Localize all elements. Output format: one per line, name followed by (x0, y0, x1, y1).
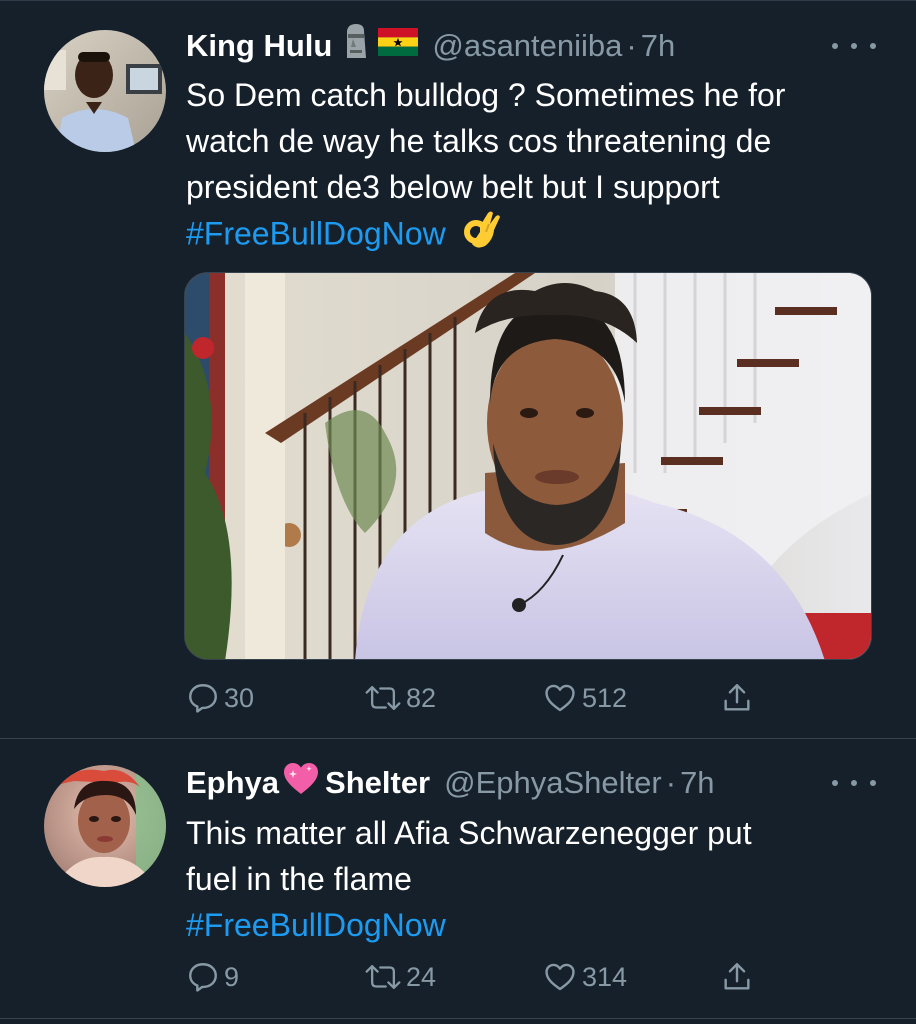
more-options-icon[interactable] (832, 763, 876, 803)
tweet-text: So Dem catch bulldog ? Sometimes he for … (186, 72, 876, 262)
user-handle[interactable]: @asanteniiba (432, 26, 622, 66)
timestamp[interactable]: 7h (641, 26, 675, 66)
hashtag-link[interactable]: #FreeBullDogNow (186, 907, 446, 943)
share-icon (724, 963, 750, 990)
tweet-actions: 30 82 512 (186, 678, 766, 718)
tweet-header: Ephya Shelter @EphyaShelter · 7h (186, 763, 876, 803)
reply-icon (189, 684, 217, 713)
reply-button[interactable]: 9 (186, 957, 239, 997)
retweet-icon (365, 964, 401, 990)
reply-button[interactable]: 30 (186, 678, 254, 718)
avatar[interactable] (44, 30, 166, 152)
heart-icon (545, 684, 575, 712)
tweet-actions: 9 24 314 (186, 957, 766, 997)
tweet-text: This matter all Afia Schwarzenegger put … (186, 810, 876, 948)
timestamp[interactable]: 7h (680, 763, 714, 803)
share-button[interactable] (720, 957, 754, 997)
retweet-icon (365, 685, 401, 711)
hashtag-line: #FreeBullDogNow (186, 902, 876, 948)
retweet-button[interactable]: 82 (364, 678, 436, 718)
ok-hand-emoji-icon (463, 210, 501, 262)
retweet-count: 82 (406, 682, 437, 713)
tweet-text-line: president de3 below belt but I support (186, 169, 720, 205)
reply-count: 30 (224, 682, 255, 713)
ghana-flag-icon (378, 26, 419, 66)
tweet-text-line: fuel in the flame (186, 861, 412, 897)
reply-count: 9 (224, 961, 240, 992)
separator-dot: · (626, 28, 637, 63)
tweet-divider (0, 1018, 916, 1019)
reply-icon (189, 963, 217, 992)
hashtag-link[interactable]: #FreeBullDogNow (186, 215, 446, 251)
tweet-text-line: watch de way he talks cos threatening de (186, 123, 772, 159)
share-button[interactable] (720, 678, 754, 718)
more-options-icon[interactable] (832, 26, 876, 66)
user-handle[interactable]: @EphyaShelter (444, 763, 662, 803)
share-icon (724, 684, 750, 711)
like-button[interactable]: 512 (542, 678, 627, 718)
tweet[interactable]: King Hulu @asanteniiba · 7h So Dem catch… (0, 0, 916, 738)
display-name-part[interactable]: Shelter (325, 763, 430, 803)
moai-emoji-icon (340, 23, 370, 69)
tweet-header: King Hulu @asanteniiba · 7h (186, 23, 876, 69)
hashtag-line: #FreeBullDogNow (186, 210, 876, 262)
tweet-media-image[interactable] (184, 272, 872, 660)
display-name-part[interactable]: Ephya (186, 763, 279, 803)
tweet-text-line: So Dem catch bulldog ? Sometimes he for (186, 77, 786, 113)
tweet[interactable]: Ephya Shelter @EphyaShelter · 7h This ma… (0, 739, 916, 1024)
like-count: 314 (582, 961, 628, 992)
like-button[interactable]: 314 (542, 957, 627, 997)
separator-dot: · (665, 765, 677, 800)
avatar[interactable] (44, 765, 166, 887)
timeline-feed: King Hulu @asanteniiba · 7h So Dem catch… (0, 0, 916, 1024)
retweet-button[interactable]: 24 (364, 957, 436, 997)
sparkling-heart-emoji-icon (281, 760, 321, 806)
heart-icon (545, 963, 575, 991)
retweet-count: 24 (406, 961, 437, 992)
display-name[interactable]: King Hulu (186, 26, 332, 66)
tweet-text-line: This matter all Afia Schwarzenegger put (186, 815, 752, 851)
like-count: 512 (582, 682, 628, 713)
